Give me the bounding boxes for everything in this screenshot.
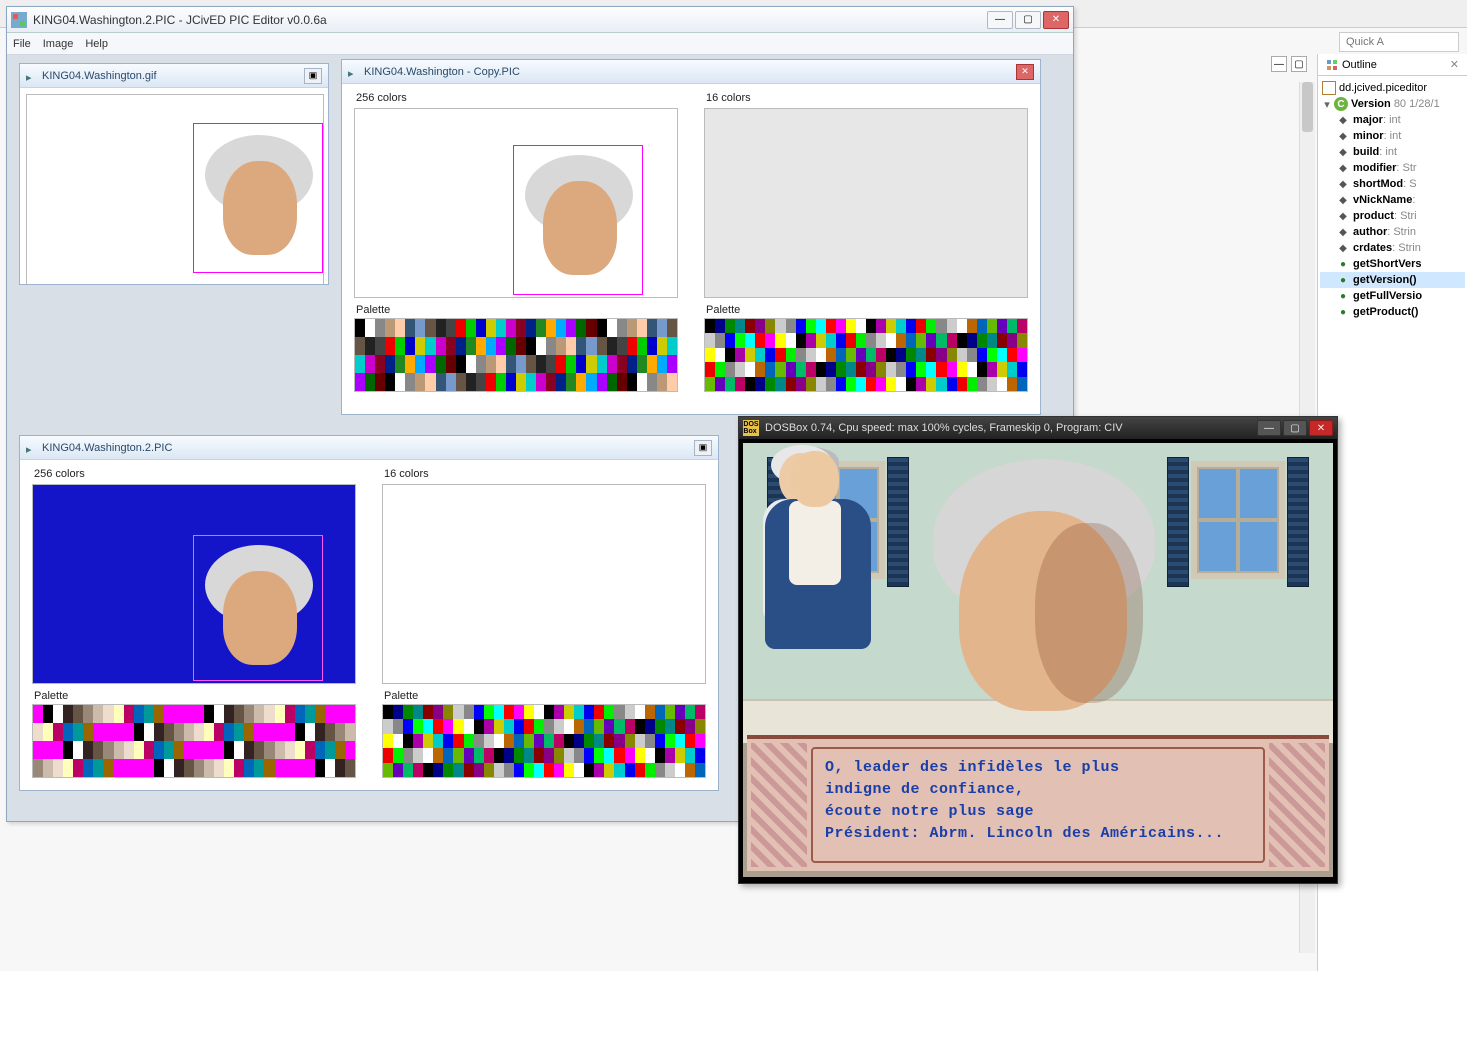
- field-icon: ◆: [1336, 193, 1350, 207]
- palette-16[interactable]: [382, 704, 706, 778]
- method-icon: ●: [1336, 273, 1350, 287]
- minimize-button[interactable]: —: [1257, 420, 1281, 436]
- colors-256-label: 256 colors: [356, 92, 678, 104]
- class-icon: C: [1334, 97, 1348, 111]
- maximize-view-icon[interactable]: ▢: [1291, 56, 1307, 72]
- maximize-button[interactable]: ▢: [1015, 11, 1041, 29]
- outline-tab-label: Outline: [1342, 59, 1377, 71]
- pin-icon: ▸: [26, 71, 36, 81]
- window-title: KING04.Washington.2.PIC - JCivED PIC Edi…: [33, 13, 987, 27]
- titlebar[interactable]: KING04.Washington.2.PIC - JCivED PIC Edi…: [7, 7, 1073, 33]
- menu-image[interactable]: Image: [43, 38, 74, 50]
- sub-title: KING04.Washington - Copy.PIC: [364, 66, 1016, 78]
- palette-16[interactable]: [704, 318, 1028, 392]
- tree-node-field: ◆product: Stri: [1320, 208, 1465, 224]
- sub-close-button[interactable]: ▣: [304, 68, 322, 84]
- image-16-preview[interactable]: [382, 484, 706, 684]
- dialogue-box[interactable]: O, leader des infidèles le plus indigne …: [747, 735, 1329, 871]
- tree-node-method: ●getProduct(): [1320, 304, 1465, 320]
- colors-16-label: 16 colors: [706, 92, 1028, 104]
- image-256-preview[interactable]: [354, 108, 678, 298]
- pin-icon: ▸: [348, 67, 358, 77]
- method-icon: ●: [1336, 289, 1350, 303]
- tree-node-field: ◆crdates: Strin: [1320, 240, 1465, 256]
- tree-node-field: ◆build: int: [1320, 144, 1465, 160]
- menubar: File Image Help: [7, 33, 1073, 55]
- tree-node-field: ◆modifier: Str: [1320, 160, 1465, 176]
- sub-window-copy[interactable]: ▸ KING04.Washington - Copy.PIC ✕ 256 col…: [341, 59, 1041, 415]
- outline-icon: [1326, 59, 1338, 71]
- palette-256[interactable]: [32, 704, 356, 778]
- maximize-button[interactable]: ▢: [1283, 420, 1307, 436]
- tree-node-field: ◆major: int: [1320, 112, 1465, 128]
- quick-access-input[interactable]: [1339, 32, 1459, 52]
- image-256-preview[interactable]: [32, 484, 356, 684]
- field-icon: ◆: [1336, 225, 1350, 239]
- close-icon[interactable]: ✕: [1450, 58, 1459, 71]
- portrait-icon: [517, 151, 641, 295]
- palette-label: Palette: [384, 690, 706, 702]
- method-icon: ●: [1336, 305, 1350, 319]
- dosbox-window[interactable]: DOSBox DOSBox 0.74, Cpu speed: max 100% …: [738, 416, 1338, 884]
- colors-256-label: 256 colors: [34, 468, 356, 480]
- field-icon: ◆: [1336, 241, 1350, 255]
- menu-help[interactable]: Help: [85, 38, 108, 50]
- dialogue-line: écoute notre plus sage: [825, 801, 1251, 823]
- package-icon: [1322, 81, 1336, 95]
- minimize-view-icon[interactable]: —: [1271, 56, 1287, 72]
- image-16-preview[interactable]: [704, 108, 1028, 298]
- expand-icon[interactable]: ▾: [1322, 99, 1332, 109]
- close-button[interactable]: ✕: [1309, 420, 1333, 436]
- minimize-button[interactable]: —: [987, 11, 1013, 29]
- tree-node-field: ◆vNickName:: [1320, 192, 1465, 208]
- outline-tree[interactable]: dd.jcived.piceditor ▾CVersion 80 1/28/1 …: [1318, 76, 1467, 324]
- palette-256[interactable]: [354, 318, 678, 392]
- close-button[interactable]: ✕: [1043, 11, 1069, 29]
- field-icon: ◆: [1336, 209, 1350, 223]
- tree-node-field: ◆author: Strin: [1320, 224, 1465, 240]
- outline-tab[interactable]: Outline ✕: [1318, 54, 1467, 76]
- outline-panel: Outline ✕ dd.jcived.piceditor ▾CVersion …: [1317, 54, 1467, 971]
- sub-title: KING04.Washington.2.PIC: [42, 442, 694, 454]
- dialogue-line: O, leader des infidèles le plus: [825, 757, 1251, 779]
- dialogue-line: indigne de confiance,: [825, 779, 1251, 801]
- method-icon: ●: [1336, 257, 1350, 271]
- tree-node-field: ◆minor: int: [1320, 128, 1465, 144]
- palette-label: Palette: [356, 304, 678, 316]
- tree-node-method: ●getVersion(): [1320, 272, 1465, 288]
- field-icon: ◆: [1336, 129, 1350, 143]
- tree-node-class: ▾CVersion 80 1/28/1: [1320, 96, 1465, 112]
- image-preview[interactable]: [26, 94, 324, 284]
- dosbox-icon: DOSBox: [743, 420, 759, 436]
- ornament-left-icon: [751, 743, 807, 867]
- portrait-icon: [197, 541, 321, 681]
- room-scene: [743, 443, 1333, 743]
- field-icon: ◆: [1336, 161, 1350, 175]
- game-viewport[interactable]: O, leader des infidèles le plus indigne …: [743, 443, 1333, 877]
- colors-16-label: 16 colors: [384, 468, 706, 480]
- tree-node-method: ●getFullVersio: [1320, 288, 1465, 304]
- portrait-icon: [197, 131, 317, 271]
- tree-node-package: dd.jcived.piceditor: [1320, 80, 1465, 96]
- sub-window-pic2[interactable]: ▸ KING04.Washington.2.PIC ▣ 256 colors: [19, 435, 719, 791]
- sub-close-button[interactable]: ✕: [1016, 64, 1034, 80]
- ornament-right-icon: [1269, 743, 1325, 867]
- field-icon: ◆: [1336, 145, 1350, 159]
- pin-icon: ▸: [26, 443, 36, 453]
- sub-title: KING04.Washington.gif: [42, 70, 304, 82]
- menu-file[interactable]: File: [13, 38, 31, 50]
- sub-close-button[interactable]: ▣: [694, 440, 712, 456]
- field-icon: ◆: [1336, 177, 1350, 191]
- leader-portrait: [915, 433, 1167, 743]
- palette-label: Palette: [34, 690, 356, 702]
- palette-label: Palette: [706, 304, 1028, 316]
- bg-toolbar-icons: — ▢: [1271, 56, 1307, 72]
- app-icon: [11, 12, 27, 28]
- field-icon: ◆: [1336, 113, 1350, 127]
- tree-node-field: ◆shortMod: S: [1320, 176, 1465, 192]
- sub-window-gif[interactable]: ▸ KING04.Washington.gif ▣: [19, 63, 329, 285]
- dialogue-line: Président: Abrm. Lincoln des Américains.…: [825, 823, 1251, 845]
- tree-node-method: ●getShortVers: [1320, 256, 1465, 272]
